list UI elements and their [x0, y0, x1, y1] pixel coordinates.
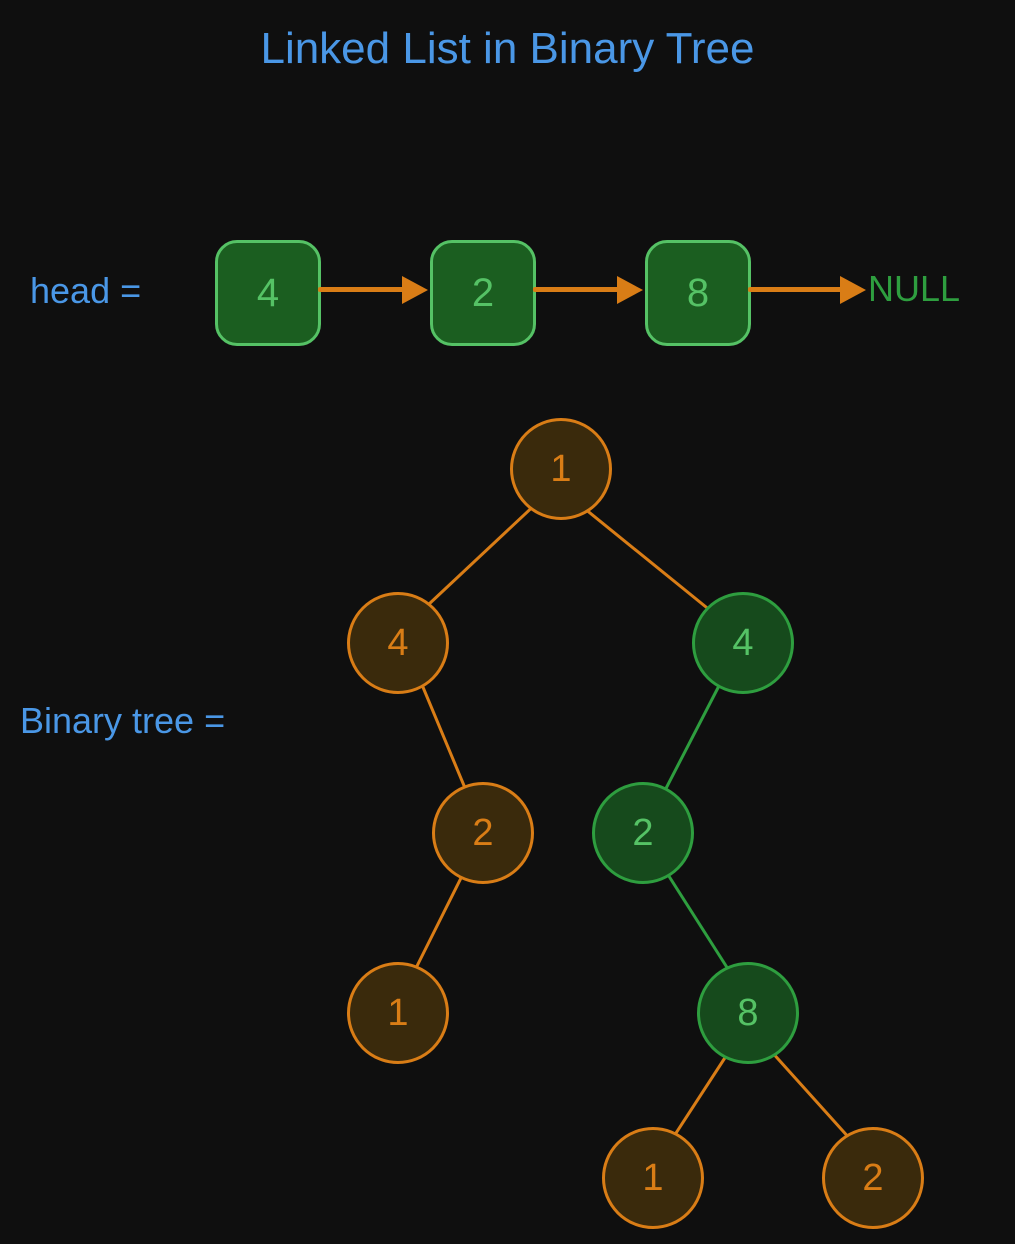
tree-node-right-left-right: 8: [697, 962, 799, 1064]
tree-node-left-right: 2: [432, 782, 534, 884]
head-label: head =: [30, 270, 141, 312]
diagram-stage: Linked List in Binary Tree head = 4 2 8 …: [0, 0, 1015, 1244]
linked-list-node-2: 8: [645, 240, 751, 346]
tree-node-right-left: 2: [592, 782, 694, 884]
tree-node-root: 1: [510, 418, 612, 520]
tree-edge: [660, 680, 722, 800]
tree-node-left: 4: [347, 592, 449, 694]
tree-node-rlr-left: 1: [602, 1127, 704, 1229]
linked-list-node-0: 4: [215, 240, 321, 346]
tree-node-right: 4: [692, 592, 794, 694]
tree-node-rlr-right: 2: [822, 1127, 924, 1229]
tree-edge: [410, 870, 465, 980]
linked-list-node-1: 2: [430, 240, 536, 346]
tree-edges: [0, 0, 1015, 1244]
tree-edge: [665, 870, 735, 980]
tree-edge: [574, 500, 722, 620]
tree-edge: [412, 500, 540, 620]
tree-edge: [420, 680, 470, 800]
page-title: Linked List in Binary Tree: [0, 24, 1015, 74]
tree-node-left-right-left: 1: [347, 962, 449, 1064]
binary-tree-label: Binary tree =: [20, 700, 225, 742]
null-label: NULL: [868, 268, 960, 310]
